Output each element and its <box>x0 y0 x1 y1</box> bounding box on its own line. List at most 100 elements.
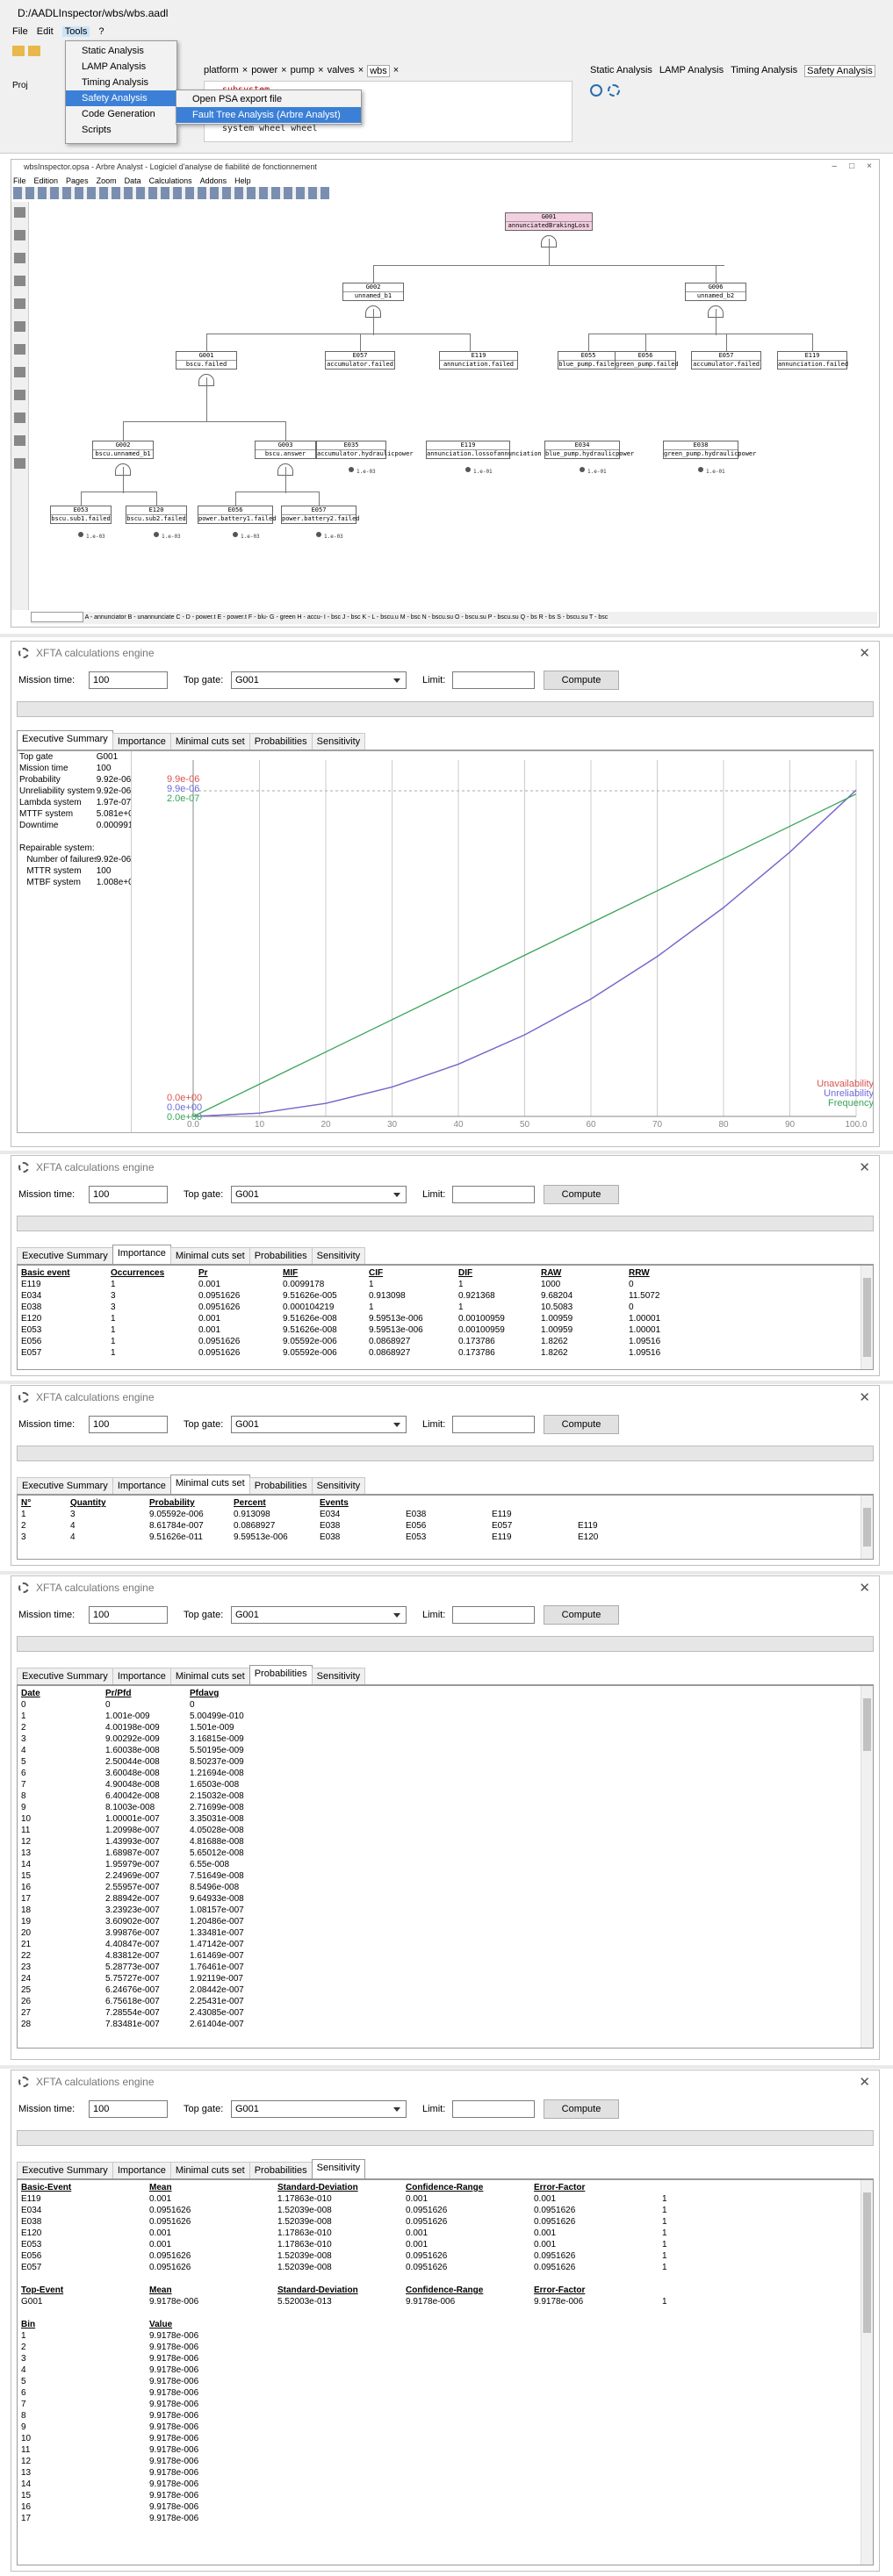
tab-importance[interactable]: Importance <box>112 2162 171 2178</box>
refresh-icon[interactable] <box>590 84 602 97</box>
close-icon[interactable]: ✕ <box>859 645 870 661</box>
tab-importance[interactable]: Importance <box>112 733 171 750</box>
table-row[interactable]: 15 2.24969e-007 7.51649e-008 <box>21 1870 869 1882</box>
limit-input[interactable] <box>452 1416 535 1433</box>
table-row[interactable]: 6 3.60048e-008 1.21694e-008 <box>21 1768 869 1779</box>
limit-input[interactable] <box>452 671 535 689</box>
fault-tree-node[interactable]: G003 bscu.answer <box>255 441 316 459</box>
table-row[interactable]: 4 1.60038e-008 5.50195e-009 <box>21 1745 869 1756</box>
table-row[interactable]: 18 3.23923e-007 1.08157e-007 <box>21 1905 869 1916</box>
tab-sensitivity[interactable]: Sensitivity <box>311 1668 366 1684</box>
compute-button[interactable]: Compute <box>544 2099 619 2119</box>
compute-button[interactable]: Compute <box>544 1415 619 1434</box>
column-header[interactable]: Value <box>149 2319 277 2330</box>
fault-tree-node[interactable]: E057 accumulator.failed <box>691 351 761 370</box>
tab-sensitivity[interactable]: Sensitivity <box>311 1477 366 1494</box>
compute-button[interactable]: Compute <box>544 1605 619 1625</box>
menu-file[interactable]: File <box>12 26 28 37</box>
tab-probabilities[interactable]: Probabilities <box>248 733 313 750</box>
close-icon[interactable]: × <box>358 65 364 77</box>
mission-time-input[interactable]: 100 <box>89 1606 168 1624</box>
menu-scripts[interactable]: Scripts <box>66 122 176 138</box>
tab-wbs[interactable]: wbs <box>367 65 390 77</box>
table-row[interactable]: 2 4 8.61784e-007 0.0868927 E038 E056 E057 E119 <box>21 1520 869 1532</box>
table-row[interactable]: 2 4.00198e-009 1.501e-009 <box>21 1722 869 1733</box>
menu-help[interactable]: ? <box>98 26 104 37</box>
close-icon[interactable]: ✕ <box>859 1580 870 1596</box>
menu-fault-tree-analysis[interactable]: Fault Tree Analysis (Arbre Analyst) <box>176 107 361 123</box>
table-row[interactable]: 14 9.9178e-006 <box>21 2479 869 2490</box>
column-header[interactable]: Standard-Deviation <box>277 2285 406 2296</box>
table-row[interactable]: E120 0.001 1.17863e-010 0.001 0.001 1 <box>21 2228 869 2239</box>
tab-timing-analysis[interactable]: Timing Analysis <box>731 65 797 77</box>
tab-minimal-cuts[interactable]: Minimal cuts set <box>169 1475 250 1494</box>
tab-safety-analysis[interactable]: Safety Analysis <box>804 65 875 77</box>
table-row[interactable]: 25 6.24676e-007 2.08442e-007 <box>21 1984 869 1996</box>
table-row[interactable]: 7 4.90048e-008 1.6503e-008 <box>21 1779 869 1790</box>
fault-tree-node[interactable]: E053 bscu.sub1.failed <box>50 506 112 524</box>
column-header[interactable]: Pfdavg <box>190 1688 295 1699</box>
tab-importance[interactable]: Importance <box>112 1477 171 1494</box>
top-gate-select[interactable]: G001 <box>231 671 407 689</box>
table-row[interactable]: 22 4.83812e-007 1.61469e-007 <box>21 1950 869 1962</box>
close-icon[interactable]: ✕ <box>859 1389 870 1405</box>
limit-input[interactable] <box>452 1186 535 1203</box>
table-row[interactable]: 11 9.9178e-006 <box>21 2444 869 2456</box>
column-header[interactable]: Basic event <box>21 1267 111 1279</box>
compute-button[interactable]: Compute <box>544 1185 619 1204</box>
fault-tree-node[interactable]: E119 annunciation.failed <box>777 351 848 370</box>
fault-tree-node[interactable]: G002 unnamed_b1 <box>342 283 404 301</box>
fault-tree-node[interactable]: E034 blue_pump.hydraulicpower <box>544 441 634 459</box>
table-row[interactable]: 8 6.40042e-008 2.15032e-008 <box>21 1790 869 1802</box>
tab-executive-summary[interactable]: Executive Summary <box>17 1668 113 1684</box>
column-header[interactable]: RAW <box>541 1267 629 1279</box>
column-header[interactable]: Confidence-Range <box>406 2182 534 2193</box>
table-row[interactable]: 10 9.9178e-006 <box>21 2433 869 2444</box>
column-header[interactable]: Bin <box>21 2319 149 2330</box>
tab-importance[interactable]: Importance <box>112 1245 171 1264</box>
column-header[interactable]: Occurrences <box>111 1267 198 1279</box>
fault-tree-node[interactable]: G001 bscu.failed <box>176 351 237 370</box>
table-row[interactable]: 19 3.60902e-007 1.20486e-007 <box>21 1916 869 1927</box>
table-row[interactable]: E057 0.0951626 1.52039e-008 0.0951626 0.0951… <box>21 2262 869 2273</box>
close-icon[interactable]: × <box>393 65 399 77</box>
table-row[interactable]: E057 1 0.0951626 9.05592e-006 0.0868927 0.173… <box>21 1347 869 1359</box>
arbre-menu-calculations[interactable]: Calculations <box>149 176 192 185</box>
folder-icon[interactable] <box>12 46 25 56</box>
top-gate-select[interactable]: G001 <box>231 1416 407 1433</box>
menu-lamp-analysis[interactable]: LAMP Analysis <box>66 59 176 75</box>
tab-platform[interactable]: platform <box>204 65 239 77</box>
table-row[interactable]: 1 3 9.05592e-006 0.913098 E034 E038 E119 <box>21 1509 869 1520</box>
table-row[interactable]: 16 2.55957e-007 8.5496e-008 <box>21 1882 869 1893</box>
tab-pump[interactable]: pump <box>291 65 315 77</box>
table-row[interactable]: 26 6.75618e-007 2.25431e-007 <box>21 1996 869 2007</box>
table-row[interactable]: E053 0.001 1.17863e-010 0.001 0.001 1 <box>21 2239 869 2250</box>
limit-input[interactable] <box>452 2100 535 2118</box>
tab-probabilities[interactable]: Probabilities <box>248 2162 313 2178</box>
table-row[interactable]: 4 9.9178e-006 <box>21 2364 869 2376</box>
table-row[interactable]: E119 0.001 1.17863e-010 0.001 0.001 1 <box>21 2193 869 2205</box>
tab-minimal-cuts[interactable]: Minimal cuts set <box>169 733 250 750</box>
fault-tree-node[interactable]: E119 annunciation.failed <box>439 351 518 370</box>
column-header[interactable]: Pr/Pfd <box>105 1688 190 1699</box>
tab-probabilities[interactable]: Probabilities <box>248 1477 313 1494</box>
column-header[interactable]: Confidence-Range <box>406 2285 534 2296</box>
table-row[interactable]: 1 9.9178e-006 <box>21 2330 869 2342</box>
table-row[interactable]: 21 4.40847e-007 1.47142e-007 <box>21 1939 869 1950</box>
table-row[interactable]: 10 1.00001e-007 3.35031e-008 <box>21 1813 869 1825</box>
table-row[interactable]: 1 1.001e-009 5.00499e-010 <box>21 1711 869 1722</box>
menu-open-psa[interactable]: Open PSA export file <box>176 91 361 107</box>
table-row[interactable]: 20 3.99876e-007 1.33481e-007 <box>21 1927 869 1939</box>
table-row[interactable]: G001 9.9178e-006 5.52003e-013 9.9178e-006 9.… <box>21 2296 869 2307</box>
menu-timing-analysis[interactable]: Timing Analysis <box>66 75 176 90</box>
maximize-icon[interactable]: □ <box>849 161 854 171</box>
top-gate-select[interactable]: G001 <box>231 2100 407 2118</box>
tab-valves[interactable]: valves <box>328 65 355 77</box>
menu-static-analysis[interactable]: Static Analysis <box>66 43 176 59</box>
mission-time-input[interactable]: 100 <box>89 2100 168 2118</box>
column-header[interactable]: MIF <box>283 1267 369 1279</box>
tab-executive-summary[interactable]: Executive Summary <box>17 2162 113 2178</box>
tab-minimal-cuts[interactable]: Minimal cuts set <box>169 2162 250 2178</box>
table-row[interactable]: E120 1 0.001 9.51626e-008 9.59513e-006 0.0010… <box>21 1313 869 1324</box>
table-row[interactable]: 14 1.95979e-007 6.55e-008 <box>21 1859 869 1870</box>
